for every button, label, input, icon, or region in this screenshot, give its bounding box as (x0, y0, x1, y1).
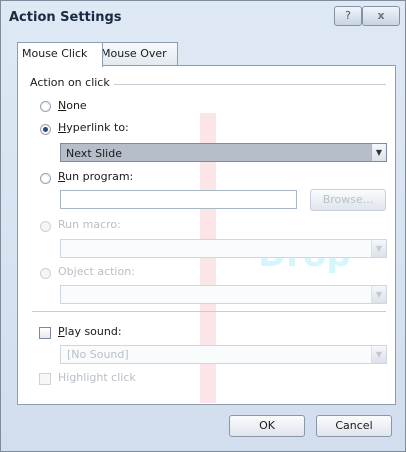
tab-mouse-click-label: Mouse Click (22, 47, 88, 60)
radio-hyperlink-label: Hyperlink to: (58, 121, 129, 134)
ok-button[interactable]: OK (229, 415, 305, 437)
sound-select-value: [No Sound] (67, 348, 129, 361)
help-icon: ? (345, 9, 351, 22)
highlight-click-checkbox[interactable] (39, 373, 51, 385)
cancel-button-label: Cancel (335, 419, 373, 432)
tab-mouse-over-label: Mouse Over (101, 47, 167, 60)
chevron-down-icon: ▼ (375, 148, 383, 157)
macro-dropdown-button[interactable]: ▼ (371, 240, 386, 257)
play-sound-checkbox[interactable] (39, 327, 51, 339)
ok-button-label: OK (259, 419, 275, 432)
object-action-select[interactable] (60, 285, 387, 304)
action-group-label: Action on click (30, 76, 114, 89)
close-icon: x (377, 9, 385, 22)
play-sound-label: Play sound: (58, 325, 122, 338)
cancel-button[interactable]: Cancel (316, 415, 392, 437)
tab-mouse-over[interactable]: Mouse Over (96, 42, 178, 65)
close-button[interactable]: x (362, 6, 400, 26)
hyperlink-dropdown-button[interactable]: ▼ (371, 144, 386, 161)
chevron-down-icon: ▼ (375, 244, 383, 253)
run-program-input[interactable] (60, 190, 297, 209)
dialog-title: Action Settings (9, 10, 122, 25)
radio-run-macro[interactable] (40, 221, 51, 232)
browse-button[interactable]: Browse... (310, 189, 386, 211)
radio-object-action-label: Object action: (58, 265, 135, 278)
radio-run-program-label: Run program: (58, 170, 134, 183)
radio-run-program[interactable] (40, 173, 51, 184)
sound-select[interactable]: [No Sound] (60, 345, 387, 364)
macro-select[interactable] (60, 239, 387, 258)
title-bar: Action Settings ? x (0, 0, 404, 34)
help-button[interactable]: ? (334, 6, 362, 26)
section-divider (32, 311, 386, 312)
chevron-down-icon: ▼ (375, 290, 383, 299)
radio-none-label: None (58, 99, 87, 112)
hyperlink-select-value: Next Slide (66, 147, 122, 160)
radio-run-macro-label: Run macro: (58, 218, 121, 231)
browse-button-label: Browse... (322, 193, 374, 206)
object-action-dropdown-button[interactable]: ▼ (371, 286, 386, 303)
highlight-click-label: Highlight click (58, 371, 136, 384)
group-divider (110, 84, 386, 85)
tab-mouse-click[interactable]: Mouse Click (17, 42, 103, 67)
chevron-down-icon: ▼ (375, 350, 383, 359)
radio-none[interactable] (40, 101, 51, 112)
radio-object-action[interactable] (40, 268, 51, 279)
sound-dropdown-button[interactable]: ▼ (371, 346, 386, 363)
radio-hyperlink[interactable] (40, 124, 51, 135)
